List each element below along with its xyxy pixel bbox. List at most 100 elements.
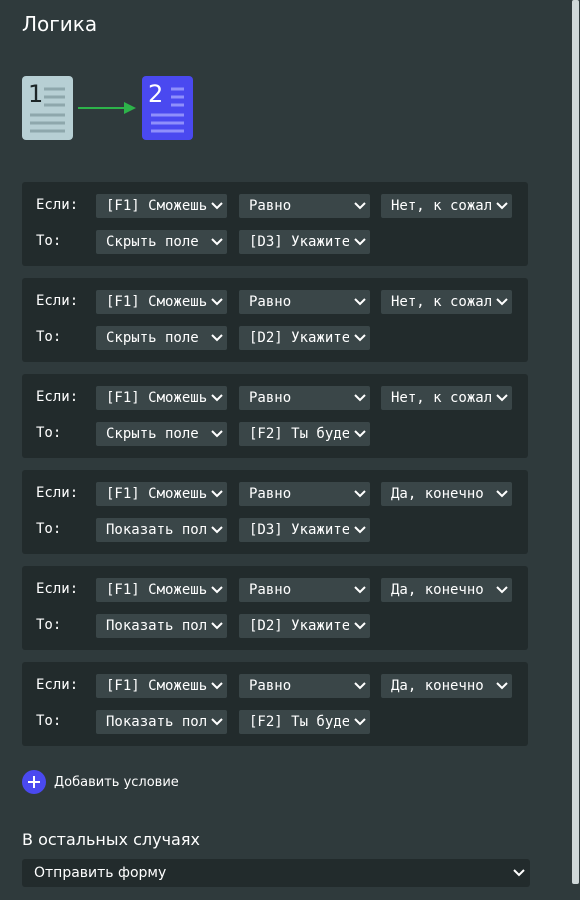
target-select[interactable]: [D2] Укажите (239, 614, 370, 638)
page-icon-from: 1 (22, 76, 73, 140)
otherwise-value: Отправить форму (34, 865, 167, 881)
chevron-down-icon (496, 394, 508, 402)
operator-select-value: Равно (249, 486, 292, 502)
if-label: Если: (36, 581, 79, 597)
add-condition-button[interactable]: Добавить условие (22, 770, 179, 794)
operator-select-value: Равно (249, 390, 292, 406)
value-select-value: Нет, к сожал (391, 390, 491, 406)
chevron-down-icon (354, 586, 366, 594)
then-label: То: (36, 713, 62, 729)
target-select[interactable]: [F2] Ты буде (239, 710, 370, 734)
operator-select[interactable]: Равно (239, 194, 370, 218)
operator-select-value: Равно (249, 678, 292, 694)
page-flow: 1 2 (22, 76, 197, 142)
chevron-down-icon (513, 869, 525, 877)
value-select[interactable]: Да, конечно (381, 674, 512, 698)
target-select[interactable]: [F2] Ты буде (239, 422, 370, 446)
action-select[interactable]: Скрыть поле (96, 230, 227, 254)
chevron-down-icon (354, 298, 366, 306)
chevron-down-icon (496, 586, 508, 594)
value-select[interactable]: Да, конечно (381, 482, 512, 506)
field-select[interactable]: [F1] Сможешь (96, 674, 227, 698)
chevron-down-icon (211, 586, 223, 594)
action-select[interactable]: Показать пол (96, 518, 227, 542)
page-icon-to: 2 (142, 76, 193, 140)
value-select[interactable]: Нет, к сожал (381, 290, 512, 314)
chevron-down-icon (354, 430, 366, 438)
field-select-value: [F1] Сможешь (106, 198, 208, 214)
target-select-value: [D3] Укажите (249, 234, 349, 250)
field-select[interactable]: [F1] Сможешь (96, 194, 227, 218)
chevron-down-icon (354, 622, 366, 630)
field-select[interactable]: [F1] Сможешь (96, 386, 227, 410)
target-select-value: [D2] Укажите (249, 618, 349, 634)
chevron-down-icon (211, 238, 223, 246)
target-select-value: [F2] Ты буде (249, 426, 349, 442)
action-select-value: Показать пол (106, 714, 208, 730)
chevron-down-icon (496, 490, 508, 498)
field-select[interactable]: [F1] Сможешь (96, 290, 227, 314)
operator-select[interactable]: Равно (239, 674, 370, 698)
if-label: Если: (36, 485, 79, 501)
value-select[interactable]: Да, конечно (381, 578, 512, 602)
operator-select[interactable]: Равно (239, 386, 370, 410)
chevron-down-icon (211, 334, 223, 342)
chevron-down-icon (211, 490, 223, 498)
otherwise-select[interactable]: Отправить форму (22, 859, 530, 887)
chevron-down-icon (211, 682, 223, 690)
value-select-value: Да, конечно (391, 678, 484, 694)
action-select[interactable]: Скрыть поле (96, 422, 227, 446)
then-label: То: (36, 617, 62, 633)
value-select-value: Да, конечно (391, 486, 484, 502)
chevron-down-icon (496, 682, 508, 690)
chevron-down-icon (496, 298, 508, 306)
chevron-down-icon (211, 526, 223, 534)
chevron-down-icon (354, 394, 366, 402)
value-select-value: Нет, к сожал (391, 198, 491, 214)
operator-select[interactable]: Равно (239, 578, 370, 602)
chevron-down-icon (211, 622, 223, 630)
if-label: Если: (36, 389, 79, 405)
chevron-down-icon (211, 298, 223, 306)
target-select[interactable]: [D2] Укажите (239, 326, 370, 350)
target-select[interactable]: [D3] Укажите (239, 230, 370, 254)
field-select[interactable]: [F1] Сможешь (96, 578, 227, 602)
if-label: Если: (36, 677, 79, 693)
add-condition-label: Добавить условие (54, 774, 179, 790)
chevron-down-icon (354, 490, 366, 498)
target-select-value: [F2] Ты буде (249, 714, 349, 730)
operator-select-value: Равно (249, 294, 292, 310)
value-select[interactable]: Нет, к сожал (381, 386, 512, 410)
action-select-value: Показать пол (106, 618, 208, 634)
action-select-value: Показать пол (106, 522, 208, 538)
field-select[interactable]: [F1] Сможешь (96, 482, 227, 506)
chevron-down-icon (354, 202, 366, 210)
value-select[interactable]: Нет, к сожал (381, 194, 512, 218)
chevron-down-icon (211, 202, 223, 210)
plus-icon[interactable] (22, 770, 46, 794)
logic-rule: Если: То: [F1] Сможешь Равно Нет, к сожал Скр… (22, 182, 528, 266)
action-select-value: Скрыть поле (106, 426, 199, 442)
operator-select[interactable]: Равно (239, 290, 370, 314)
action-select[interactable]: Показать пол (96, 710, 227, 734)
page-lines-icon (30, 87, 65, 133)
action-select[interactable]: Показать пол (96, 614, 227, 638)
otherwise-title: В остальных случаях (22, 830, 200, 849)
logic-rule: Если: То: [F1] Сможешь Равно Нет, к сожал Скр… (22, 278, 528, 362)
action-select[interactable]: Скрыть поле (96, 326, 227, 350)
target-select-value: [D3] Укажите (249, 522, 349, 538)
field-select-value: [F1] Сможешь (106, 390, 208, 406)
value-select-value: Нет, к сожал (391, 294, 491, 310)
logic-rule: Если: То: [F1] Сможешь Равно Да, конечно Пока… (22, 662, 528, 746)
logic-rule: Если: То: [F1] Сможешь Равно Да, конечно Пока… (22, 566, 528, 650)
logic-rule: Если: То: [F1] Сможешь Равно Нет, к сожал Скр… (22, 374, 528, 458)
operator-select[interactable]: Равно (239, 482, 370, 506)
if-label: Если: (36, 197, 79, 213)
target-select[interactable]: [D3] Укажите (239, 518, 370, 542)
page-title: Логика (22, 12, 98, 36)
scrollbar[interactable] (572, 0, 579, 884)
chevron-down-icon (354, 334, 366, 342)
chevron-down-icon (354, 682, 366, 690)
operator-select-value: Равно (249, 582, 292, 598)
if-label: Если: (36, 293, 79, 309)
